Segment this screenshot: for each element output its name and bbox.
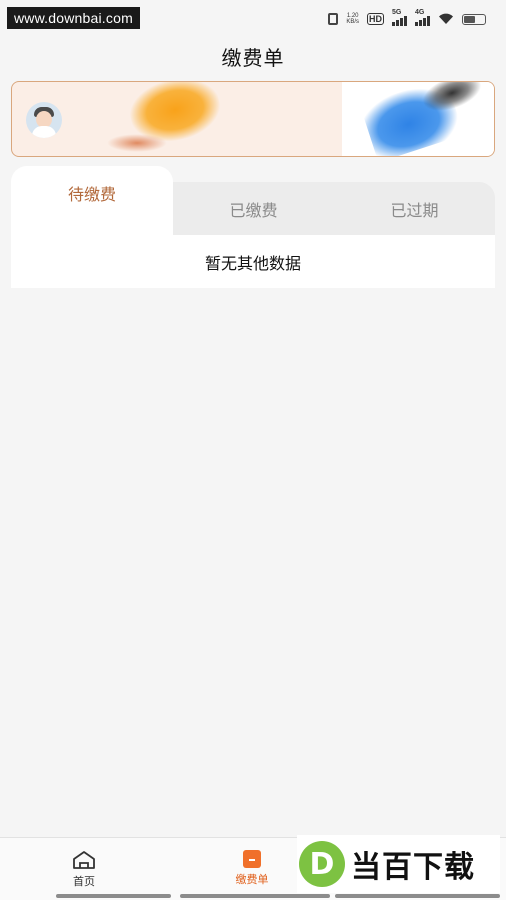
user-card[interactable] bbox=[11, 81, 495, 157]
tab-expired[interactable]: 已过期 bbox=[334, 182, 495, 235]
signal-4g-icon: 4G bbox=[415, 9, 430, 26]
bill-icon bbox=[243, 850, 261, 868]
bill-tabs: 已缴费 已过期 待缴费 bbox=[11, 166, 495, 235]
net-speed-unit: KB/s bbox=[346, 19, 359, 25]
watermark-logo: D 当百下载 bbox=[297, 835, 500, 893]
status-icons: 1.20 KB/s HD 5G 4G bbox=[328, 9, 486, 27]
page-title: 缴费单 bbox=[221, 46, 285, 70]
tab-pending[interactable]: 待缴费 bbox=[11, 166, 173, 235]
hd-icon: HD bbox=[367, 13, 384, 25]
nav-item-home[interactable]: 首页 bbox=[24, 850, 144, 890]
gesture-bar bbox=[56, 894, 171, 898]
nav-label-home: 首页 bbox=[73, 875, 95, 888]
home-icon bbox=[73, 851, 95, 869]
status-bar: www.downbai.com 1.20 KB/s HD 5G 4G bbox=[0, 0, 506, 36]
wifi-icon bbox=[439, 13, 453, 24]
signal-5g-label: 5G bbox=[392, 9, 402, 16]
watermark-d-icon: D bbox=[299, 841, 345, 887]
gesture-bar bbox=[180, 894, 330, 898]
nav-item-bill[interactable]: 缴费单 bbox=[192, 850, 312, 890]
battery-icon bbox=[462, 13, 486, 25]
signal-4g-label: 4G bbox=[415, 9, 425, 16]
signal-5g-icon: 5G bbox=[392, 9, 407, 26]
gesture-bar bbox=[335, 894, 500, 898]
tab-paid[interactable]: 已缴费 bbox=[173, 182, 334, 235]
nav-label-bill: 缴费单 bbox=[235, 873, 269, 886]
avatar[interactable] bbox=[26, 102, 62, 138]
watermark-text: 当百下载 bbox=[351, 850, 475, 885]
redaction-scribble bbox=[107, 134, 167, 152]
net-speed: 1.20 KB/s bbox=[346, 13, 359, 25]
empty-state-message: 暂无其他数据 bbox=[204, 254, 301, 273]
bill-list-panel: 暂无其他数据 bbox=[11, 235, 495, 288]
watermark-url: www.downbai.com bbox=[7, 7, 140, 29]
vibrate-icon bbox=[328, 13, 339, 25]
